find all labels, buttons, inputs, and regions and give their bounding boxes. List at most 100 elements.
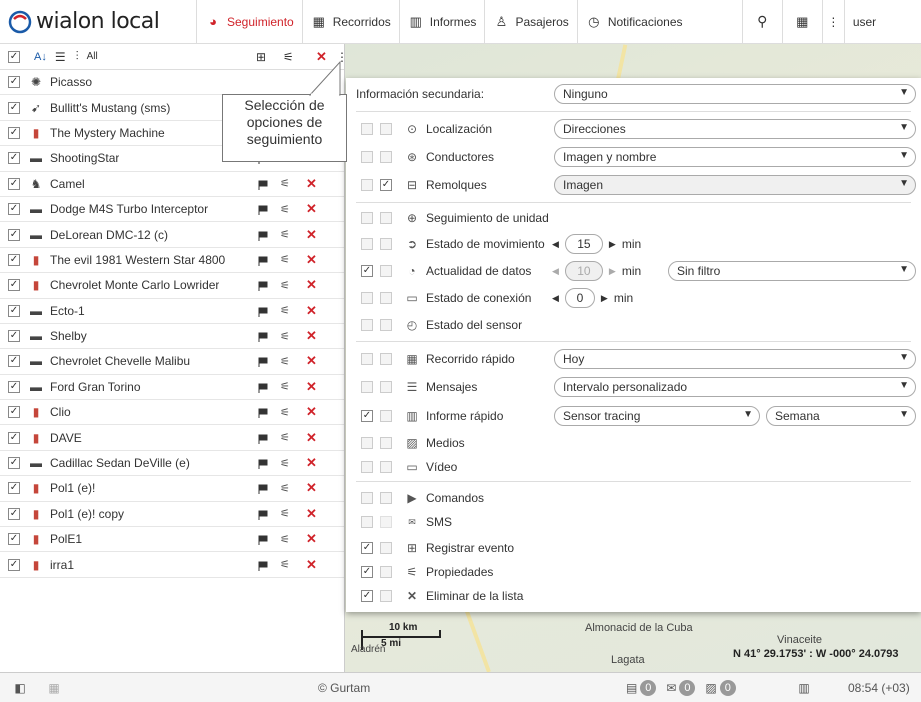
flag-icon[interactable] <box>258 560 268 571</box>
sensor-checkbox-a[interactable] <box>361 319 373 331</box>
unit-checkbox[interactable]: ✓ <box>8 330 20 343</box>
decrement-icon[interactable]: ◀ <box>552 266 559 277</box>
location-checkbox-a[interactable] <box>361 123 373 135</box>
flag-icon[interactable] <box>258 483 268 495</box>
unit-checkbox[interactable]: ✓ <box>8 304 20 317</box>
unit-row[interactable]: ✓ ▮ DAVE ⚟ ✕ <box>0 425 344 451</box>
unit-row[interactable]: ✓ ▬ DeLorean DMC-12 (c) ⚟ ✕ <box>0 222 344 248</box>
flag-icon[interactable] <box>258 534 268 546</box>
unit-checkbox[interactable]: ✓ <box>8 152 20 165</box>
flag-icon[interactable] <box>258 433 268 444</box>
unit-checkbox[interactable]: ✓ <box>8 126 20 139</box>
sensor-checkbox-b[interactable] <box>380 319 392 331</box>
filter-all-icon[interactable]: All <box>87 51 98 62</box>
close-icon[interactable]: ✕ <box>306 328 317 344</box>
motion-value[interactable]: 15 <box>564 234 603 254</box>
close-icon[interactable]: ✕ <box>306 480 317 496</box>
close-icon[interactable]: ✕ <box>306 201 317 217</box>
unit-tracking-checkbox-a[interactable] <box>361 212 373 224</box>
wrench-icon[interactable]: ⚟ <box>280 304 294 317</box>
logo[interactable]: wialon local <box>0 0 196 44</box>
wrench-icon[interactable]: ⚟ <box>280 533 294 546</box>
close-icon[interactable]: ✕ <box>306 176 317 192</box>
messages-checkbox-b[interactable] <box>380 381 392 393</box>
decrement-icon[interactable]: ◀ <box>552 293 559 304</box>
trailers-checkbox-a[interactable] <box>361 179 373 191</box>
unit-row[interactable]: ✓ ▬ Ecto-1 ⚟ ✕ <box>0 299 344 324</box>
unit-checkbox[interactable]: ✓ <box>8 279 20 292</box>
close-icon[interactable]: ✕ <box>306 557 317 573</box>
quick-track-checkbox-a[interactable] <box>361 353 373 365</box>
drivers-select[interactable]: Imagen y nombre ▼ <box>554 147 916 167</box>
unit-row[interactable]: ✓ ▮ The evil 1981 Western Star 4800 ⚟ ✕ <box>0 248 344 274</box>
unit-checkbox[interactable]: ✓ <box>8 406 20 419</box>
wrench-icon[interactable]: ⚟ <box>280 431 294 444</box>
close-icon[interactable]: ✕ <box>306 252 317 268</box>
location-select[interactable]: Direcciones ▼ <box>554 119 916 139</box>
more-menu-button[interactable]: ⋮ <box>821 0 844 44</box>
wrench-icon[interactable]: ⚟ <box>280 380 294 393</box>
data-actuality-value[interactable]: 10 <box>564 261 603 281</box>
tab-pasajeros[interactable]: ♙ Pasajeros <box>484 0 576 44</box>
wrench-icon[interactable]: ⚟ <box>280 406 294 419</box>
close-icon[interactable]: ✕ <box>306 353 317 369</box>
flag-icon[interactable] <box>258 382 268 393</box>
wrench-icon[interactable]: ⚟ <box>280 482 294 495</box>
video-checkbox-b[interactable] <box>380 461 392 473</box>
flag-icon[interactable] <box>258 179 268 190</box>
unit-row[interactable]: ✓ ▮ Chevrolet Monte Carlo Lowrider ⚟ ✕ <box>0 273 344 299</box>
flag-icon[interactable] <box>258 509 268 520</box>
flag-icon[interactable] <box>258 230 268 241</box>
unit-row[interactable]: ✓ ▬ Dodge M4S Turbo Interceptor ⚟ ✕ <box>0 197 344 223</box>
flag-icon[interactable] <box>258 458 268 470</box>
quick-report-checkbox-b[interactable] <box>380 410 392 422</box>
unit-row[interactable]: ✓ ▬ Shelby ⚟ ✕ <box>0 324 344 350</box>
close-icon[interactable]: ✕ <box>306 506 317 522</box>
unit-row[interactable]: ✓ ▬ Chevrolet Chevelle Malibu ⚟ ✕ <box>0 349 344 375</box>
increment-icon[interactable]: ▶ <box>601 293 608 304</box>
close-icon[interactable]: ✕ <box>306 404 317 420</box>
unit-row[interactable]: ✓ ▬ Cadillac Sedan DeVille (e) ⚟ ✕ <box>0 451 344 477</box>
unit-row[interactable]: ✓ ♞ Camel ⚟ ✕ <box>0 172 344 197</box>
tab-seguimiento[interactable]: ◕ Seguimiento <box>196 0 302 44</box>
info-select[interactable]: Ninguno ▼ <box>554 84 916 104</box>
grid-icon[interactable]: ▦ <box>46 680 62 696</box>
wrench-icon[interactable]: ⚟ <box>280 558 294 571</box>
user-menu[interactable]: user <box>843 0 880 44</box>
list-icon[interactable]: ☰ <box>55 50 66 64</box>
unit-checkbox[interactable]: ✓ <box>8 380 20 393</box>
close-icon[interactable]: ✕ <box>306 277 317 293</box>
unit-checkbox[interactable]: ✓ <box>8 482 20 495</box>
properties-checkbox-b[interactable] <box>380 566 392 578</box>
sms-counter[interactable]: ✉ 0 <box>666 679 696 696</box>
media-checkbox-a[interactable] <box>361 437 373 449</box>
wrench-icon[interactable]: ⚟ <box>280 330 294 343</box>
unit-checkbox[interactable]: ✓ <box>8 457 20 470</box>
remove-checkbox-b[interactable] <box>380 590 392 602</box>
properties-checkbox-a[interactable]: ✓ <box>361 566 373 578</box>
apps-button[interactable]: ▦ <box>781 0 822 44</box>
unit-checkbox[interactable]: ✓ <box>8 533 20 546</box>
wrench-icon[interactable]: ⚟ <box>280 228 294 241</box>
data-actuality-checkbox-b[interactable] <box>380 265 392 277</box>
close-icon[interactable]: ✕ <box>306 430 317 446</box>
media-checkbox-b[interactable] <box>380 437 392 449</box>
wrench-icon[interactable]: ⚟ <box>280 203 294 216</box>
unit-row[interactable]: ✓ ▮ Clio ⚟ ✕ <box>0 400 344 426</box>
properties-icon[interactable]: ⚟ <box>283 50 294 64</box>
messages-select[interactable]: Intervalo personalizado ▼ <box>554 377 916 397</box>
drivers-checkbox-b[interactable] <box>380 151 392 163</box>
connection-stepper[interactable]: ◀ 0 ▶ min <box>552 288 633 308</box>
unit-row[interactable]: ✓ ▮ Pol1 (e)! ⚟ ✕ <box>0 476 344 502</box>
data-actuality-filter-select[interactable]: Sin filtro ▼ <box>668 261 916 281</box>
register-event-checkbox-a[interactable]: ✓ <box>361 542 373 554</box>
unit-row[interactable]: ✓ ▬ Ford Gran Torino ⚟ ✕ <box>0 375 344 401</box>
sort-az-icon[interactable]: A↓ <box>34 51 47 63</box>
wrench-icon[interactable]: ⚟ <box>280 457 294 470</box>
motion-checkbox-a[interactable] <box>361 238 373 250</box>
unit-row[interactable]: ✓ ✺ Picasso <box>0 70 344 96</box>
unit-tracking-checkbox-b[interactable] <box>380 212 392 224</box>
unit-checkbox[interactable]: ✓ <box>8 203 20 216</box>
remove-checkbox-a[interactable]: ✓ <box>361 590 373 602</box>
messages-checkbox-a[interactable] <box>361 381 373 393</box>
